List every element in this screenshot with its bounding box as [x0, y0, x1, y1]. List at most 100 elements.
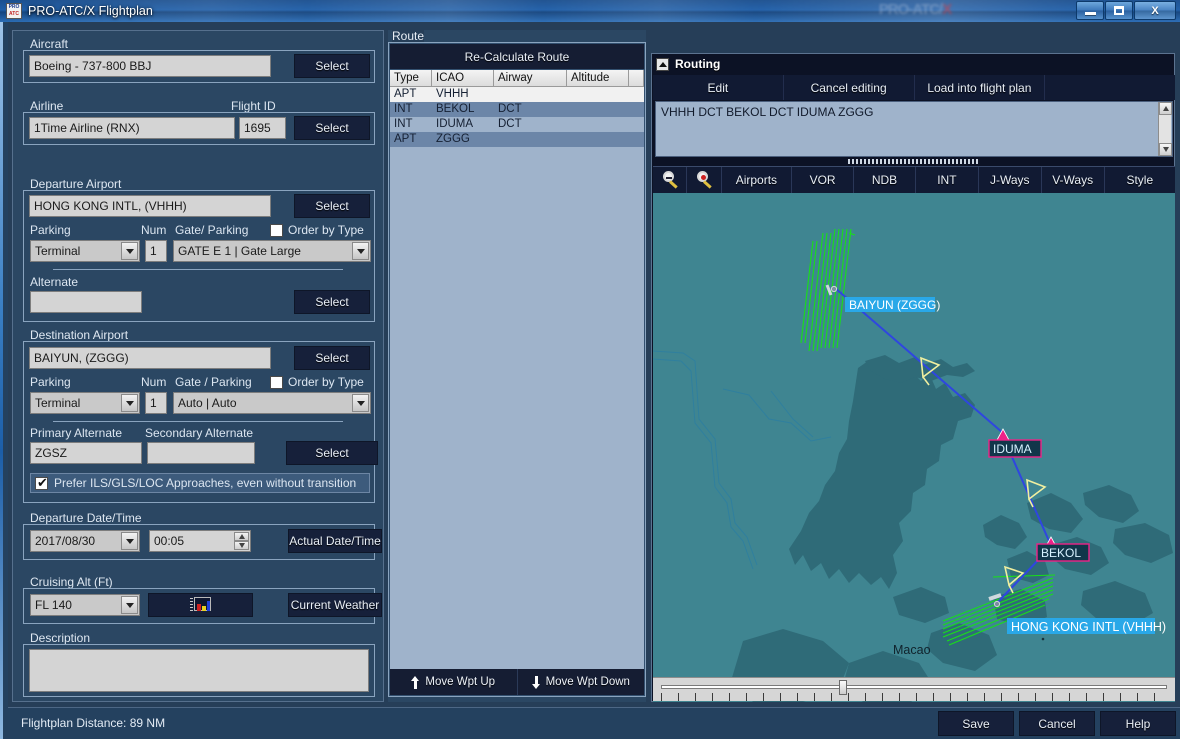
time-spinner-down[interactable] — [234, 541, 249, 550]
departure-parking-select[interactable]: Terminal — [30, 240, 140, 262]
splitter-grip[interactable] — [848, 159, 978, 164]
edit-button[interactable]: Edit — [653, 75, 784, 100]
map-tab-airports[interactable]: Airports — [722, 167, 793, 193]
column-altitude[interactable]: Altitude — [567, 70, 629, 87]
close-button[interactable]: X — [1134, 1, 1176, 20]
map-tab-int[interactable]: INT — [916, 167, 979, 193]
map-label-zggg: BAIYUN (ZGGG) — [845, 297, 940, 312]
destination-parking-label: Parking — [30, 375, 71, 389]
map-tab-vways[interactable]: V-Ways — [1042, 167, 1105, 193]
routing-panel-title: Routing — [675, 57, 721, 71]
chevron-down-icon[interactable] — [121, 242, 138, 260]
cell-airway: DCT — [498, 118, 522, 130]
map-tab-jways[interactable]: J-Ways — [979, 167, 1042, 193]
cancel-button[interactable]: Cancel — [1019, 711, 1095, 736]
time-spinner-up[interactable] — [234, 532, 249, 541]
altitude-chart-button[interactable] — [148, 593, 253, 617]
chevron-down-icon[interactable] — [121, 532, 138, 550]
aircraft-input[interactable]: Boeing - 737-800 BBJ — [29, 55, 271, 77]
zoom-out-button[interactable] — [653, 167, 688, 193]
airline-input[interactable]: 1Time Airline (RNX) — [29, 117, 235, 139]
destination-gate-select[interactable]: Auto | Auto — [173, 392, 371, 414]
departure-time-input[interactable]: 00:05 — [149, 530, 251, 552]
departure-date-input[interactable]: 2017/08/30 — [30, 530, 140, 552]
cruising-alt-group: Cruising Alt (Ft) FL 140 Current Weather — [23, 575, 382, 625]
map-tab-ndb[interactable]: NDB — [854, 167, 916, 193]
destination-airport-input[interactable]: BAIYUN, (ZGGG) — [29, 347, 271, 369]
zoom-slider-track[interactable] — [661, 685, 1167, 689]
departure-airport-input[interactable]: HONG KONG INTL, (VHHH) — [29, 195, 271, 217]
column-icao[interactable]: ICAO — [432, 70, 494, 87]
table-row[interactable]: INT IDUMA DCT — [390, 117, 644, 132]
move-wpt-up-button[interactable]: Move Wpt Up — [390, 669, 518, 695]
collapse-icon[interactable] — [656, 57, 669, 71]
route-string-scrollbar[interactable] — [1158, 102, 1172, 156]
cancel-editing-button[interactable]: Cancel editing — [784, 75, 915, 100]
primary-alternate-input[interactable]: ZGSZ — [30, 442, 142, 464]
map-tab-style[interactable]: Style — [1105, 167, 1175, 193]
table-row[interactable]: INT BEKOL DCT — [390, 102, 644, 117]
destination-parking-select[interactable]: Terminal — [30, 392, 140, 414]
maximize-button[interactable] — [1105, 1, 1133, 20]
map-canvas[interactable]: BAIYUN (ZGGG) IDUMA BEKOL HONG KONG INTL… — [653, 193, 1175, 702]
cell-type: INT — [394, 118, 413, 130]
alternate-select-button[interactable]: Select — [286, 441, 378, 465]
actual-datetime-button[interactable]: Actual Date/Time — [288, 529, 382, 553]
secondary-alternate-input[interactable] — [147, 442, 255, 464]
airline-select-button[interactable]: Select — [294, 116, 370, 140]
aircraft-select-button[interactable]: Select — [294, 54, 370, 78]
table-row[interactable]: APT VHHH — [390, 87, 644, 102]
recalculate-route-button[interactable]: Re-Calculate Route — [390, 44, 644, 69]
chevron-down-icon[interactable] — [352, 394, 369, 412]
departure-alternate-input[interactable] — [30, 291, 142, 313]
prefer-ils-row[interactable]: Prefer ILS/GLS/LOC Approaches, even with… — [30, 473, 370, 493]
destination-order-by-type-checkbox[interactable] — [270, 376, 283, 389]
minimize-button[interactable] — [1076, 1, 1104, 20]
map-label-vhhh: HONG KONG INTL (VHHH) — [1007, 618, 1166, 634]
time-spinner[interactable] — [234, 532, 249, 550]
cell-icao: VHHH — [436, 88, 469, 100]
move-wpt-down-button[interactable]: Move Wpt Down — [517, 669, 644, 695]
save-button[interactable]: Save — [938, 711, 1014, 736]
aircraft-group-label: Aircraft — [27, 37, 72, 51]
cell-icao: IDUMA — [436, 118, 474, 130]
departure-gate-select[interactable]: GATE E 1 | Gate Large — [173, 240, 371, 262]
description-textarea[interactable] — [29, 649, 369, 692]
departure-num-input[interactable]: 1 — [145, 240, 167, 262]
chevron-down-icon[interactable] — [121, 596, 138, 614]
current-weather-button[interactable]: Current Weather — [288, 593, 382, 617]
scroll-down-button[interactable] — [1159, 143, 1172, 156]
prefer-ils-checkbox[interactable] — [35, 475, 48, 490]
scroll-up-button[interactable] — [1159, 102, 1172, 115]
route-string-textarea[interactable]: VHHH DCT BEKOL DCT IDUMA ZGGG — [655, 101, 1173, 157]
chevron-down-icon[interactable] — [352, 242, 369, 260]
destination-num-input[interactable]: 1 — [145, 392, 167, 414]
help-button[interactable]: Help — [1100, 711, 1176, 736]
app-icon: PRO ATC — [6, 3, 22, 19]
departure-order-by-type-checkbox[interactable] — [270, 224, 283, 237]
departure-time-value: 00:05 — [154, 534, 185, 548]
departure-date-value: 2017/08/30 — [35, 534, 96, 548]
departure-parking-value: Terminal — [35, 244, 81, 258]
column-airway[interactable]: Airway — [494, 70, 567, 87]
cruising-alt-select[interactable]: FL 140 — [30, 594, 140, 616]
description-group: Description — [23, 631, 375, 697]
route-map[interactable]: BAIYUN (ZGGG) IDUMA BEKOL HONG KONG INTL… — [653, 193, 1175, 702]
arrow-up-icon — [411, 675, 420, 689]
departure-alternate-select-button[interactable]: Select — [294, 290, 370, 314]
map-tab-vor[interactable]: VOR — [792, 167, 855, 193]
cruising-alt-value: FL 140 — [35, 598, 72, 612]
route-panel: Route Re-Calculate Route Type ICAO Airwa… — [388, 29, 646, 702]
table-row[interactable]: APT ZGGG — [390, 132, 644, 147]
load-into-flightplan-button[interactable]: Load into flight plan — [915, 75, 1046, 100]
departure-airport-select-button[interactable]: Select — [294, 194, 370, 218]
departure-gate-value: GATE E 1 | Gate Large — [178, 244, 301, 258]
chevron-down-icon[interactable] — [121, 394, 138, 412]
destination-airport-select-button[interactable]: Select — [294, 346, 370, 370]
aircraft-group: Aircraft Boeing - 737-800 BBJ Select — [23, 37, 375, 83]
flight-id-input[interactable]: 1695 — [239, 117, 286, 139]
zoom-in-button[interactable] — [687, 167, 722, 193]
map-zoom-slider[interactable] — [653, 677, 1175, 701]
move-wpt-down-label: Move Wpt Down — [545, 676, 630, 688]
column-type[interactable]: Type — [390, 70, 432, 87]
